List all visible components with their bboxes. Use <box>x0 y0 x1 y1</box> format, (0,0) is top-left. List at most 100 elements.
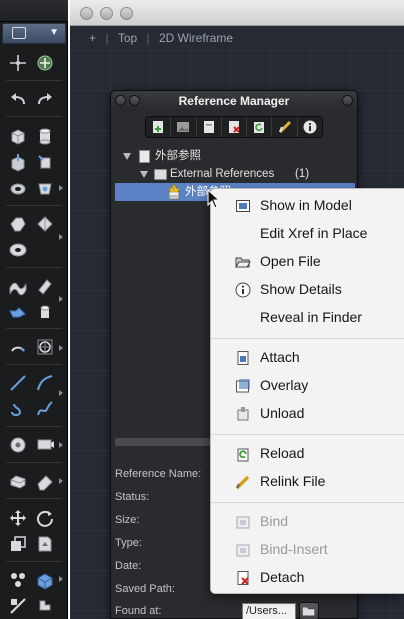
menu-reload[interactable]: Reload <box>211 442 404 466</box>
info-icon <box>303 120 317 134</box>
reload-button[interactable] <box>247 117 273 137</box>
visual-style-label[interactable]: 2D Wireframe <box>156 31 236 45</box>
svg-text:!: ! <box>173 187 174 193</box>
attach-icon <box>153 121 164 133</box>
attach-pdf-button[interactable] <box>197 117 222 137</box>
menu-overlay[interactable]: Overlay <box>211 374 404 398</box>
add-point-icon[interactable] <box>34 52 56 74</box>
menu-bind-insert: Bind-Insert <box>211 538 404 562</box>
tool-palette: ▼ <box>0 0 68 619</box>
mouse-pointer-icon <box>207 189 221 209</box>
menu-relink-file[interactable]: Relink File <box>211 470 404 494</box>
relink-icon <box>235 475 250 490</box>
block-icon[interactable] <box>34 569 56 591</box>
menu-reveal-in-finder[interactable]: Reveal in Finder <box>211 306 404 330</box>
menu-attach[interactable]: Attach <box>211 346 404 370</box>
menu-show-in-model[interactable]: Show in Model <box>211 194 404 218</box>
trim-icon[interactable] <box>7 595 29 617</box>
box-icon[interactable] <box>7 125 29 147</box>
palette-icon <box>12 27 26 39</box>
point-icon[interactable] <box>7 52 29 74</box>
spline-icon[interactable] <box>7 398 29 420</box>
menu-separator <box>211 338 404 339</box>
menu-unload[interactable]: Unload <box>211 402 404 426</box>
cylinder-small-icon[interactable] <box>34 301 56 323</box>
relink-button[interactable] <box>272 117 298 137</box>
svg-text:DWG: DWG <box>170 195 179 199</box>
fillet-icon[interactable] <box>34 275 56 297</box>
palette-selector[interactable]: ▼ <box>2 23 66 44</box>
eraser-icon[interactable] <box>34 470 56 492</box>
subtract-icon[interactable] <box>34 213 56 235</box>
loft-icon[interactable] <box>34 177 56 199</box>
type-label: Type: <box>115 537 142 549</box>
attach-image-button[interactable] <box>171 117 197 137</box>
panel-minimize-button[interactable] <box>129 95 140 106</box>
unload-icon <box>237 407 249 421</box>
detach-button[interactable] <box>222 117 248 137</box>
menu-open-file[interactable]: Open File <box>211 250 404 274</box>
found-at-field[interactable]: /Users... <box>242 603 296 619</box>
minimize-window-button[interactable] <box>100 7 113 20</box>
view-cube-label[interactable]: Top <box>115 31 140 45</box>
dwg-warning-icon: ! DWG <box>168 183 180 200</box>
info-icon <box>235 282 251 298</box>
rotate-icon[interactable] <box>34 507 56 529</box>
show-in-model-icon <box>236 200 250 212</box>
chamfer-icon[interactable] <box>7 301 29 323</box>
panel-options-button[interactable] <box>342 95 353 106</box>
menu-show-details[interactable]: Show Details <box>211 278 404 302</box>
reference-name-label: Reference Name: <box>115 468 202 480</box>
surface-icon[interactable] <box>7 275 29 297</box>
undo-icon[interactable] <box>7 89 29 111</box>
menu-detach[interactable]: Detach <box>211 566 404 590</box>
detach-icon <box>228 121 240 133</box>
zoom-window-button[interactable] <box>120 7 133 20</box>
disclosure-triangle-icon[interactable] <box>123 153 131 160</box>
bind-icon <box>236 516 250 529</box>
viewport-controls: + | Top | 2D Wireframe <box>86 31 236 45</box>
extrude-icon[interactable] <box>7 151 29 173</box>
sweep-icon[interactable] <box>7 177 29 199</box>
detach-icon <box>237 571 249 585</box>
reference-toolbar <box>145 116 323 138</box>
circle-icon[interactable] <box>34 336 56 358</box>
orbit-icon[interactable] <box>7 434 29 456</box>
revolve-icon[interactable] <box>34 151 56 173</box>
menu-separator <box>211 434 404 435</box>
folder-icon <box>154 169 167 180</box>
scale-icon[interactable] <box>7 533 29 555</box>
polyline-icon[interactable] <box>34 372 56 394</box>
folder-open-icon <box>302 607 315 616</box>
details-button[interactable] <box>298 117 322 137</box>
viewport-menu-button[interactable]: + <box>86 31 99 45</box>
stretch-icon[interactable] <box>34 595 56 617</box>
tree-root-row[interactable]: 外部参照 <box>111 147 357 165</box>
camera-icon[interactable] <box>34 434 56 456</box>
attach-dwg-button[interactable] <box>146 117 172 137</box>
tree-root-label: 外部参照 <box>155 150 201 162</box>
browse-folder-button[interactable] <box>299 602 319 619</box>
union-icon[interactable] <box>7 213 29 235</box>
panel-close-button[interactable] <box>115 95 126 106</box>
tree-group-row[interactable]: External References (1) <box>111 165 357 183</box>
menu-bind: Bind <box>211 510 404 534</box>
menu-edit-xref[interactable]: Edit Xref in Place <box>211 222 404 246</box>
insert-icon[interactable] <box>34 533 56 555</box>
curve-icon[interactable] <box>34 398 56 420</box>
torus-icon[interactable] <box>7 239 29 261</box>
redo-icon[interactable] <box>34 89 56 111</box>
cylinder-icon[interactable] <box>34 125 56 147</box>
line-icon[interactable] <box>7 372 29 394</box>
menu-separator <box>211 502 404 503</box>
close-window-button[interactable] <box>80 7 93 20</box>
disclosure-triangle-icon[interactable] <box>140 171 148 178</box>
arc-icon[interactable] <box>7 336 29 358</box>
found-at-label: Found at: <box>115 605 162 617</box>
move-icon[interactable] <box>7 507 29 529</box>
measure-icon[interactable] <box>7 470 29 492</box>
tree-group-label: External References <box>170 168 275 180</box>
saved-path-label: Saved Path: <box>115 583 175 595</box>
document-icon <box>203 121 214 133</box>
array-icon[interactable] <box>7 569 29 591</box>
